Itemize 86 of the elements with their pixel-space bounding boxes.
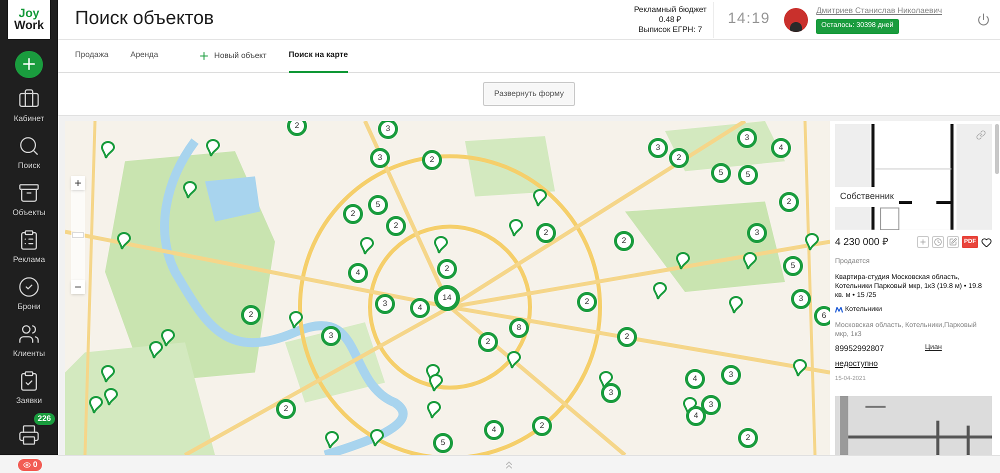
edit-icon (949, 238, 957, 246)
map-pin-icon[interactable] (325, 431, 339, 449)
map-pin-icon[interactable] (533, 189, 547, 207)
map-pin-icon[interactable] (743, 252, 757, 270)
zoom-slider-handle[interactable] (72, 232, 84, 238)
clock-icon (934, 238, 942, 246)
map-pin-icon[interactable] (793, 359, 807, 377)
power-icon[interactable] (977, 13, 990, 26)
sidebar-item[interactable]: Заявки (0, 368, 58, 408)
map-pin-icon[interactable] (89, 396, 103, 414)
logo[interactable]: Joy Work (8, 0, 50, 39)
sidebar-item-label: Объекты (12, 206, 46, 218)
map-pin-icon[interactable] (104, 388, 118, 406)
map-pin-icon[interactable] (434, 236, 448, 254)
map-pin-icon[interactable] (676, 252, 690, 270)
map-pin-icon[interactable] (360, 237, 374, 255)
plus-icon (919, 238, 927, 246)
expand-form-button[interactable]: Развернуть форму (483, 82, 575, 106)
clock-time: 14:19 (728, 9, 770, 30)
add-button[interactable] (15, 50, 43, 78)
favorite-icon[interactable] (981, 236, 992, 248)
sidebar-item-label: Кабинет (14, 112, 44, 124)
alerts-count: 0 (33, 458, 38, 470)
map-pin-icon[interactable] (805, 233, 819, 251)
count-badge: 226 (34, 413, 55, 425)
user-avatar[interactable] (784, 8, 808, 32)
map-pin-icon[interactable] (509, 219, 523, 237)
map-pin-icon[interactable] (183, 181, 197, 199)
map-pin-icon[interactable] (370, 429, 384, 447)
sidebar-item[interactable]: 226 (0, 415, 58, 455)
owner-label: Собственник (835, 187, 899, 206)
phone-number: 89952992807 (835, 342, 885, 355)
budget-label: Рекламный бюджет (634, 4, 707, 14)
map-pin-icon[interactable] (161, 329, 175, 347)
sidebar-item[interactable]: Клиенты (0, 321, 58, 361)
edit-button[interactable] (947, 236, 959, 248)
sidebar-item-icon (18, 424, 40, 446)
sidebar-item[interactable]: Кабинет (0, 86, 58, 126)
budget-amount: 0.48 ₽ (658, 14, 682, 24)
sidebar-item-icon (18, 88, 40, 110)
sidebar-item-icon (18, 322, 40, 344)
sidebar-item-icon (18, 370, 40, 392)
egrn-count: Выписок ЕГРН: 7 (638, 24, 702, 34)
map-pin-icon[interactable] (653, 282, 667, 300)
sidebar-item-icon (18, 182, 40, 204)
sidebar-item[interactable]: Брони (0, 274, 58, 314)
sidebar-item-icon (18, 276, 40, 298)
map-pin-icon[interactable] (427, 401, 441, 419)
price: 4 230 000 ₽ (835, 236, 888, 250)
sidebar-item-label: Заявки (16, 394, 42, 406)
map-pin-icon[interactable] (289, 311, 303, 329)
sidebar-item-label: Поиск (18, 160, 40, 172)
map-pin-icon[interactable] (507, 351, 521, 369)
map-pin-icon[interactable] (599, 371, 613, 389)
logo-text: Work (14, 19, 44, 32)
sidebar-item[interactable]: Поиск (0, 133, 58, 173)
link-icon[interactable] (976, 130, 986, 140)
sidebar-item-label: Клиенты (12, 348, 46, 360)
zoom-out-button[interactable]: − (71, 280, 85, 294)
map-pin-icon[interactable] (729, 296, 743, 314)
new-object-button[interactable]: Новый объект (198, 50, 267, 62)
eye-icon (23, 460, 31, 468)
sidebar-item-label: Брони (17, 300, 41, 312)
map-pin-icon[interactable] (101, 141, 115, 159)
sidebar-item-icon (18, 228, 40, 250)
history-button[interactable] (932, 236, 944, 248)
plus-icon (198, 50, 210, 62)
phone-status: недоступно (835, 358, 879, 370)
tab[interactable]: Аренда (130, 40, 158, 72)
metro-icon (835, 307, 843, 314)
map-pin-icon[interactable] (101, 365, 115, 383)
map-pin-icon[interactable] (117, 232, 131, 250)
user-name[interactable]: Дмитриев Станислав Николаевич (816, 5, 942, 18)
sidebar-item-label: Реклама (12, 254, 46, 266)
map-pin-icon[interactable] (206, 139, 220, 157)
map-pin-icon[interactable] (149, 341, 163, 359)
map-pin-icon[interactable] (429, 374, 443, 392)
sidebar-item[interactable]: Объекты (0, 180, 58, 220)
page-title: Поиск объектов (75, 7, 215, 32)
logo-text: Joy (18, 7, 40, 20)
scrollbar[interactable] (995, 124, 999, 174)
zoom-in-button[interactable]: + (71, 176, 85, 190)
map[interactable]: 2 3 3 2 3 2 3 4 5 5 2 2 5 2 2 2 3 4 2 14 3 4 2 3 8 2 2 2 5 3 6 2 3 4 3 3 4 4 2 5 2 + − (65, 121, 830, 455)
sidebar-item[interactable]: Реклама (0, 227, 58, 267)
sidebar-item-icon (18, 134, 40, 156)
tab[interactable]: Продажа (75, 40, 108, 72)
